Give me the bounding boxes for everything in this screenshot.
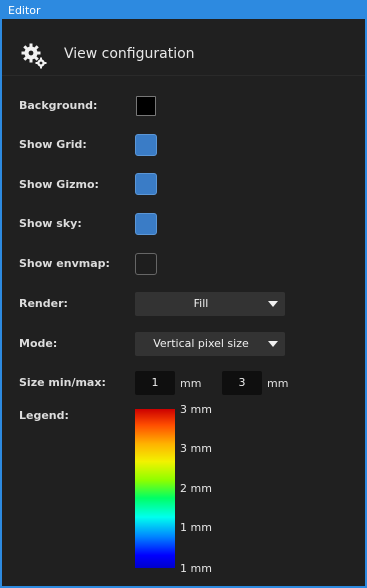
show-grid-checkbox[interactable] (135, 134, 157, 156)
editor-window: Editor View configuration Background: Sh… (0, 0, 367, 588)
gear-icon (21, 43, 47, 69)
chevron-down-icon (268, 341, 278, 347)
render-select-value: Fill (193, 297, 209, 310)
mode-select[interactable]: Vertical pixel size (135, 332, 285, 356)
legend-tick-label: 3 mm (180, 442, 212, 455)
show-gizmo-label: Show Gizmo: (19, 178, 99, 191)
legend-tick-label: 3 mm (180, 403, 212, 416)
legend-label: Legend: (19, 409, 69, 422)
size-label: Size min/max: (19, 376, 106, 389)
background-color-swatch[interactable] (136, 96, 156, 116)
size-min-unit: mm (180, 377, 202, 390)
show-sky-checkbox[interactable] (135, 213, 157, 235)
show-envmap-checkbox[interactable] (135, 253, 157, 275)
show-sky-label: Show sky: (19, 217, 82, 230)
show-grid-label: Show Grid: (19, 138, 87, 151)
legend-color-bar (135, 409, 175, 568)
panel-header: View configuration (2, 19, 365, 76)
show-envmap-label: Show envmap: (19, 257, 110, 270)
size-min-input[interactable]: 1 (135, 371, 175, 395)
panel-title: View configuration (64, 46, 195, 62)
legend-tick-label: 2 mm (180, 482, 212, 495)
render-label: Render: (19, 297, 68, 310)
size-max-input[interactable]: 3 (222, 371, 262, 395)
window-title: Editor (2, 2, 365, 19)
show-gizmo-checkbox[interactable] (135, 173, 157, 195)
mode-label: Mode: (19, 337, 58, 350)
chevron-down-icon (268, 301, 278, 307)
render-select[interactable]: Fill (135, 292, 285, 316)
size-max-unit: mm (267, 377, 289, 390)
legend-tick-label: 1 mm (180, 562, 212, 575)
mode-select-value: Vertical pixel size (153, 337, 249, 350)
legend-tick-label: 1 mm (180, 521, 212, 534)
background-label: Background: (19, 99, 98, 112)
